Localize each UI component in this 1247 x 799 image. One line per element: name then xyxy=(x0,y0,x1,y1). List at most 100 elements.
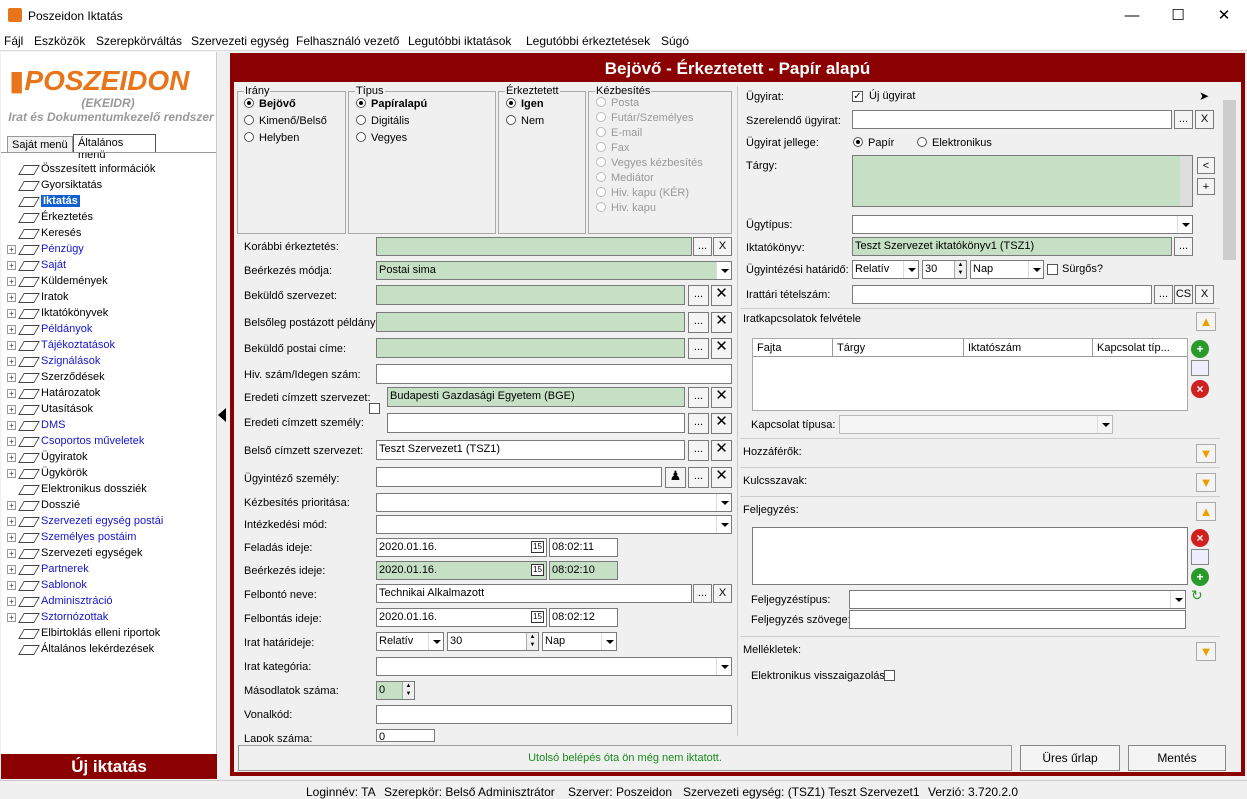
barcode-input[interactable] xyxy=(376,705,732,724)
person-icon[interactable]: ♟ xyxy=(665,467,686,488)
expand-icon[interactable]: + xyxy=(7,613,16,622)
form-scrollbar-thumb[interactable] xyxy=(1223,100,1236,260)
register-book-browse-button[interactable]: ... xyxy=(1174,237,1193,256)
arrival-time-input[interactable]: 08:02:10 xyxy=(549,561,618,580)
keywords-expand-icon[interactable]: ▼ xyxy=(1196,473,1216,492)
copies-stepper[interactable]: 0 ▲ ▼ xyxy=(376,681,415,700)
arrival-mode-select[interactable]: Postai sima xyxy=(376,261,732,280)
admin-deadline-mode-select[interactable]: Relatív xyxy=(852,260,919,279)
doc-deadline-number[interactable]: 30 ▲ ▼ xyxy=(447,632,539,651)
ref-number-input[interactable] xyxy=(376,364,732,384)
sender-address-browse-button[interactable]: ... xyxy=(688,338,709,359)
link-type-select[interactable] xyxy=(839,415,1113,434)
expand-icon[interactable]: + xyxy=(7,565,16,574)
archive-item-cs-button[interactable]: CS xyxy=(1174,285,1193,304)
expand-icon[interactable]: + xyxy=(7,309,16,318)
clear-form-button[interactable]: Üres űrlap xyxy=(1020,745,1120,771)
expand-icon[interactable]: + xyxy=(7,469,16,478)
internal-copy-input[interactable] xyxy=(376,312,685,332)
register-book-input[interactable]: Teszt Szervezet iktatókönyv1 (TSZ1) xyxy=(852,237,1172,256)
menu-file[interactable]: Fájl xyxy=(4,34,23,48)
orig-recipient-person-browse-button[interactable]: ... xyxy=(688,413,709,434)
radio-yes[interactable]: Igen xyxy=(506,98,544,110)
case-officer-browse-button[interactable]: ... xyxy=(688,467,709,488)
note-type-select[interactable] xyxy=(849,590,1186,609)
e-confirmation-checkbox[interactable] xyxy=(884,670,895,681)
doc-links-collapse-icon[interactable]: ▲ xyxy=(1196,312,1216,331)
subject-textarea[interactable] xyxy=(852,155,1193,207)
case-type-select[interactable] xyxy=(852,215,1193,234)
col-link-type[interactable]: Kapcsolat típ... xyxy=(1092,339,1170,356)
radio-nature-paper[interactable]: Papír xyxy=(853,137,894,149)
radio-delivery-option[interactable]: Mediátor xyxy=(596,172,654,184)
urgent-checkbox[interactable] xyxy=(1047,264,1058,275)
orig-recipient-org-clear-button[interactable]: ✕ xyxy=(711,387,732,408)
subject-scrollbar[interactable] xyxy=(1180,156,1192,206)
admin-deadline-unit-select[interactable]: Nap xyxy=(970,260,1044,279)
maximize-button[interactable]: ☐ xyxy=(1155,0,1201,31)
expand-icon[interactable]: + xyxy=(7,245,16,254)
radio-delivery-option[interactable]: Fax xyxy=(596,142,629,154)
menu-user-lead[interactable]: Felhasználó vezető xyxy=(296,34,399,48)
expand-icon[interactable]: + xyxy=(7,277,16,286)
col-kind[interactable]: Fajta xyxy=(757,342,781,354)
tab-general-menu[interactable]: Általános menü xyxy=(73,134,156,161)
radio-delivery-option[interactable]: Posta xyxy=(596,97,639,109)
collapse-arrow-icon[interactable] xyxy=(218,390,228,440)
expand-icon[interactable]: + xyxy=(7,549,16,558)
admin-deadline-number[interactable]: 30 ▲ ▼ xyxy=(922,260,967,279)
previous-arrival-input[interactable] xyxy=(376,237,692,256)
menu-help[interactable]: Súgó xyxy=(661,34,689,48)
col-reg-number[interactable]: Iktatószám xyxy=(963,339,1021,356)
note-text-input[interactable] xyxy=(849,610,1186,629)
attachments-expand-icon[interactable]: ▼ xyxy=(1196,642,1216,661)
opener-browse-button[interactable]: ... xyxy=(693,584,712,603)
new-registration-button[interactable]: Új iktatás xyxy=(1,754,217,779)
radio-delivery-option[interactable]: Hiv. kapu xyxy=(596,202,656,214)
sender-address-input[interactable] xyxy=(376,338,685,358)
menu-role[interactable]: Szerepkörváltás xyxy=(96,34,182,48)
internal-recipient-browse-button[interactable]: ... xyxy=(688,440,709,461)
send-date-input[interactable]: 2020.01.16. 15 xyxy=(376,538,547,557)
action-mode-select[interactable] xyxy=(376,515,732,534)
new-case-checkbox[interactable]: ✓ xyxy=(852,91,863,102)
subject-add-button[interactable]: + xyxy=(1197,178,1215,195)
close-button[interactable]: ✕ xyxy=(1201,0,1247,31)
sender-org-clear-button[interactable]: ✕ xyxy=(711,285,732,306)
radio-local[interactable]: Helyben xyxy=(244,132,299,144)
orig-recipient-person-clear-button[interactable]: ✕ xyxy=(711,413,732,434)
internal-copy-browse-button[interactable]: ... xyxy=(688,312,709,333)
expand-icon[interactable]: + xyxy=(7,421,16,430)
remove-link-icon[interactable]: × xyxy=(1191,380,1209,398)
radio-incoming[interactable]: Bejövő xyxy=(244,98,296,110)
expand-icon[interactable]: + xyxy=(7,597,16,606)
add-note-icon[interactable]: + xyxy=(1191,568,1209,586)
expand-icon[interactable]: + xyxy=(7,261,16,270)
orig-recipient-org-browse-button[interactable]: ... xyxy=(688,387,709,408)
radio-mixed[interactable]: Vegyes xyxy=(356,132,407,144)
expand-icon[interactable]: + xyxy=(7,293,16,302)
radio-delivery-option[interactable]: Hiv. kapu (KÉR) xyxy=(596,187,689,199)
internal-recipient-input[interactable]: Teszt Szervezet1 (TSZ1) xyxy=(376,440,685,460)
pages-stepper[interactable]: 0 xyxy=(376,729,435,742)
menu-recent-registrations[interactable]: Legutóbbi iktatások xyxy=(408,34,511,48)
radio-delivery-option[interactable]: Vegyes kézbesítés xyxy=(596,157,703,169)
expand-icon[interactable]: + xyxy=(7,341,16,350)
sender-address-clear-button[interactable]: ✕ xyxy=(711,338,732,359)
expand-icon[interactable]: + xyxy=(7,437,16,446)
doc-deadline-unit-select[interactable]: Nap xyxy=(542,632,617,651)
opener-clear-button[interactable]: X xyxy=(713,584,732,603)
merge-case-input[interactable] xyxy=(852,110,1172,129)
radio-nature-electronic[interactable]: Elektronikus xyxy=(917,137,992,149)
merge-case-browse-button[interactable]: ... xyxy=(1174,110,1193,129)
minimize-button[interactable]: — xyxy=(1109,0,1155,31)
case-officer-input[interactable] xyxy=(376,467,662,487)
orig-recipient-person-input[interactable] xyxy=(387,413,685,433)
expand-icon[interactable]: + xyxy=(7,373,16,382)
sender-org-input[interactable] xyxy=(376,285,685,305)
radio-digital[interactable]: Digitális xyxy=(356,115,410,127)
orig-recipient-checkbox[interactable] xyxy=(369,403,380,414)
note-collapse-icon[interactable]: ▲ xyxy=(1196,502,1216,521)
priority-select[interactable] xyxy=(376,493,732,512)
subject-prev-button[interactable]: < xyxy=(1197,157,1215,174)
